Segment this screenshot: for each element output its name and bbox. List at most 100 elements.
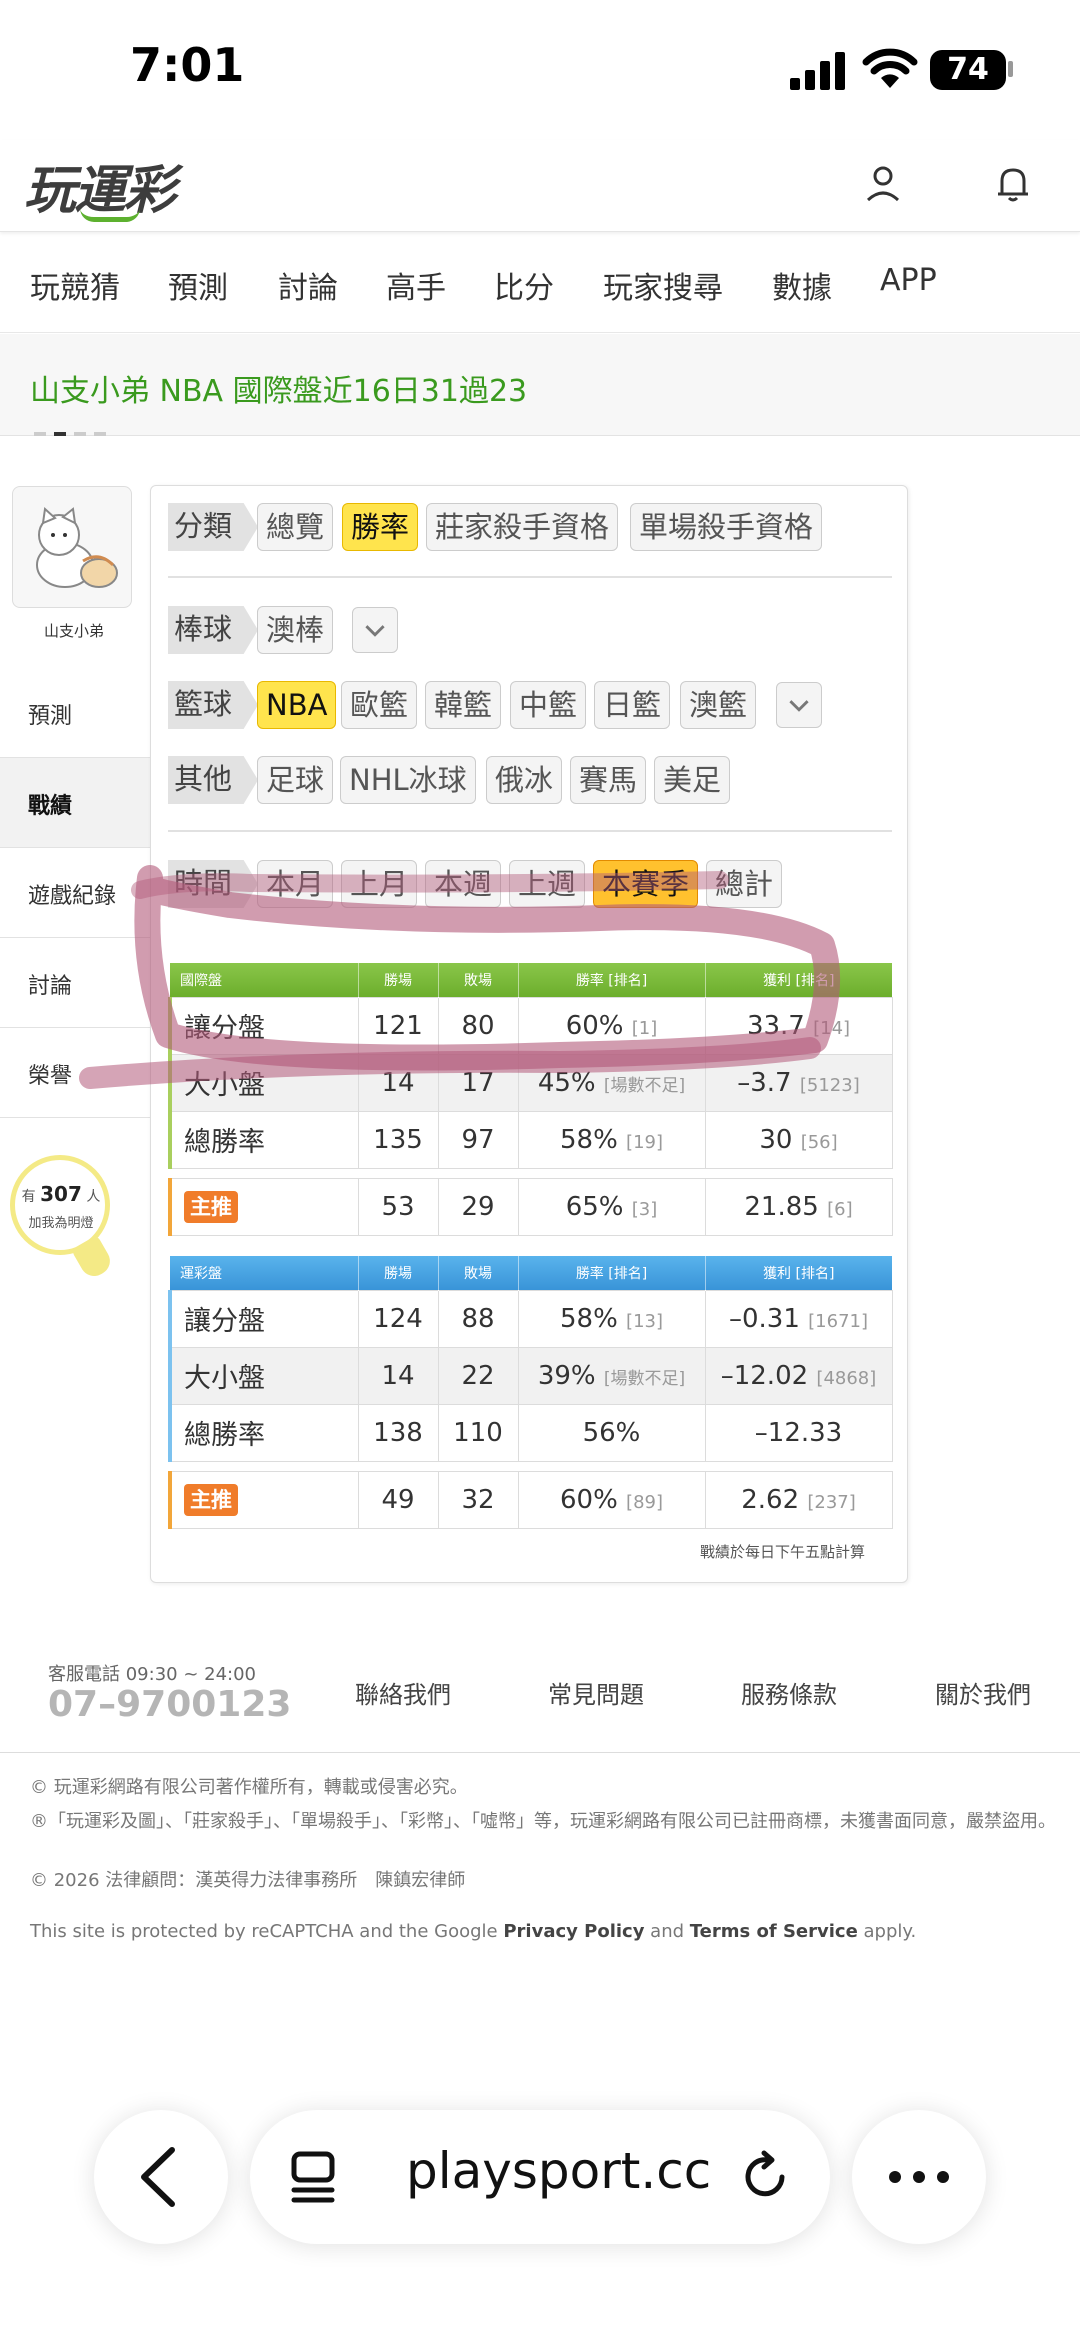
more-options-button[interactable] [852,2110,986,2244]
filter-chip-overview[interactable]: 總覽 [257,503,334,551]
table-header: 勝場 [357,963,438,997]
filter-chip-american-football[interactable]: 美足 [654,756,731,804]
filter-chip-win-rate[interactable]: 勝率 [342,503,419,551]
losses: 88 [437,1289,519,1348]
table-header-row: 國際盤 勝場 敗場 勝率 [排名] 獲利 [排名] [170,963,892,997]
carousel-dot-active[interactable] [54,432,66,436]
filter-chip-soccer[interactable]: 足球 [257,756,334,804]
reload-icon[interactable] [738,2150,792,2204]
url-text[interactable]: playsport.cc [406,2142,711,2200]
status-bar: 7:01 74 [0,0,1080,140]
bell-icon[interactable] [992,162,1034,204]
nav-item-experts[interactable]: 高手 [386,263,446,307]
filter-chip-total[interactable]: 總計 [706,860,783,908]
legal-counsel: © 2026 法律顧問：漢英得力法律事務所 陳鎮宏律師 [30,1870,466,1891]
profit-rank: [5123] [799,1074,860,1096]
wins: 14 [357,1053,439,1112]
service-phone[interactable]: 07–9700123 [48,1684,291,1725]
profit-cell: 2.62 [237] [704,1470,893,1529]
footer-link-contact[interactable]: 聯絡我們 [355,1675,451,1710]
filter-chip-aus-baseball[interactable]: 澳棒 [257,606,334,654]
battery-icon: 74 [930,50,1006,90]
nav-item-discuss[interactable]: 討論 [278,263,338,307]
sidebar-item-record[interactable]: 戰績 [0,758,150,848]
footer-link-about[interactable]: 關於我們 [935,1675,1031,1710]
sidebar-item-discussion[interactable]: 討論 [0,938,150,1028]
filter-chip-horse-racing[interactable]: 賽馬 [570,756,647,804]
recaptcha-and: and [650,1921,685,1942]
service-hours: 客服電話 09:30 ~ 24:00 [48,1664,256,1685]
wins: 14 [357,1346,439,1405]
wins: 135 [357,1110,439,1169]
recaptcha-text: This site is protected by reCAPTCHA and … [30,1921,498,1942]
sidebar-item-predictions[interactable]: 預測 [0,668,150,758]
nav-item-app[interactable]: APP [880,263,937,298]
profit-rank: [1671] [808,1310,868,1332]
carousel-dot[interactable] [34,432,46,436]
terms-of-service-link[interactable]: Terms of Service [690,1921,858,1942]
win-rate-cell: 58% [13] [517,1289,706,1348]
divider [168,830,892,832]
nav-item-guess[interactable]: 玩競猜 [30,263,120,307]
win-rate: 58% [559,1124,618,1155]
filter-chip-japan-basketball[interactable]: 日籃 [594,681,671,729]
carousel-dot[interactable] [94,432,106,436]
signal-icon [790,52,845,90]
profit-cell: 33.7 [14] [704,996,893,1055]
nav-item-predict[interactable]: 預測 [168,263,228,307]
filter-chip-this-month[interactable]: 本月 [257,860,334,908]
filter-chip-this-season[interactable]: 本賽季 [593,860,699,908]
follow-cta: 加我為明燈 [28,1216,94,1231]
banner-title[interactable]: 山支小弟 NBA 國際盤近16日31過23 [30,366,527,410]
win-rate: 58% [559,1303,618,1334]
privacy-policy-link[interactable]: Privacy Policy [503,1921,644,1942]
expand-baseball-chevron-icon[interactable] [352,607,398,653]
back-button[interactable] [94,2110,228,2244]
win-rate: 45% [537,1067,596,1098]
table-row-main-pick: 主推 49 32 60% [89] 2.62 [237] [168,1470,893,1529]
footer-link-terms[interactable]: 服務條款 [741,1675,837,1710]
table-header: 運彩盤 [170,1256,358,1290]
filter-chip-cba[interactable]: 中籃 [510,681,587,729]
filter-chip-korea-basketball[interactable]: 韓籃 [425,681,502,729]
win-rate-cell: 60% [1] [517,996,706,1055]
losses: 97 [437,1110,519,1169]
profit-cell: –12.02 [4868] [704,1346,893,1405]
table-header: 勝率 [排名] [517,963,705,997]
user-icon[interactable] [862,162,904,204]
filter-label-other: 其他 [168,756,259,804]
spacer-cell [170,1168,892,1178]
filter-chip-this-week[interactable]: 本週 [425,860,502,908]
win-rate-rank: [場數不足] [603,1075,686,1096]
filter-chip-banker-killer[interactable]: 莊家殺手資格 [426,503,619,551]
expand-basketball-chevron-icon[interactable] [776,682,822,728]
filter-chip-aus-basketball[interactable]: 澳籃 [680,681,757,729]
filter-chip-nhl[interactable]: NHL冰球 [340,756,476,804]
filter-chip-nba[interactable]: NBA [257,681,337,729]
sidebar-item-honors[interactable]: 榮譽 [0,1028,150,1118]
sidebar-item-game-history[interactable]: 遊戲紀錄 [0,848,150,938]
wins: 121 [357,996,439,1055]
filter-chip-euro-basketball[interactable]: 歐籃 [341,681,418,729]
win-rate: 60% [565,1010,624,1041]
row-label: 大小盤 [168,1053,359,1112]
footer-link-faq[interactable]: 常見問題 [548,1675,644,1710]
nav-item-data[interactable]: 數據 [772,263,832,307]
profit: 30 [759,1124,793,1155]
filter-chip-russian-hockey[interactable]: 俄冰 [486,756,563,804]
row-label: 大小盤 [168,1346,359,1405]
main-pick-label-cell: 主推 [168,1177,359,1236]
main-pick-badge: 主推 [184,1484,238,1516]
table-spacer [170,1461,892,1471]
filter-chip-single-killer[interactable]: 單場殺手資格 [630,503,823,551]
filter-chip-last-month[interactable]: 上月 [341,860,418,908]
profile-avatar[interactable] [12,486,132,608]
profile-name[interactable]: 山支小弟 [0,620,148,641]
win-rate: 60% [559,1484,618,1515]
logo-swoosh [80,208,140,222]
nav-item-player-search[interactable]: 玩家搜尋 [603,263,723,307]
nav-item-scores[interactable]: 比分 [494,263,554,307]
profit: –3.7 [737,1067,792,1098]
filter-chip-last-week[interactable]: 上週 [509,860,586,908]
carousel-dot[interactable] [74,432,86,436]
